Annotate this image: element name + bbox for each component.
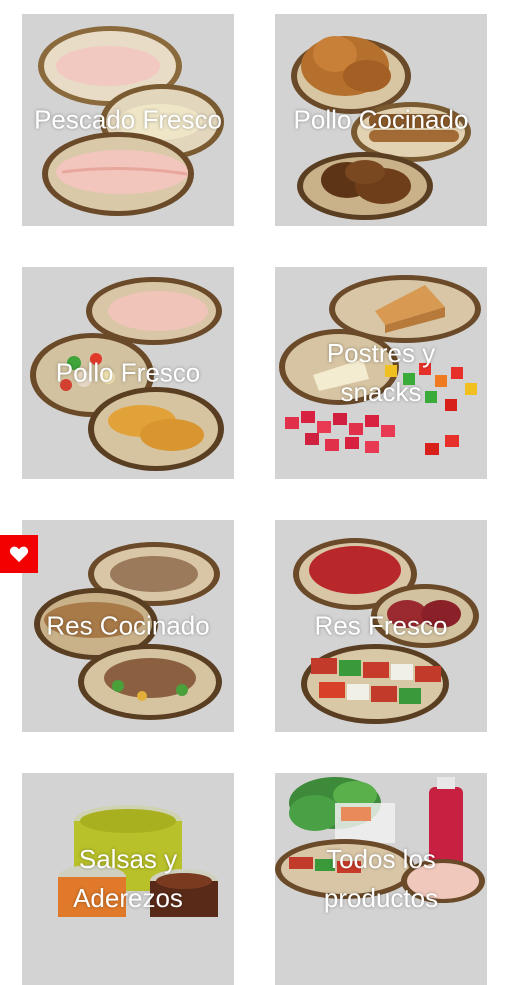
- category-tile-postres-y-snacks[interactable]: Postres y snacks: [275, 267, 487, 479]
- fish-fillets-image: [38, 26, 224, 216]
- desserts-image: [279, 275, 481, 455]
- category-tile-pescado-fresco[interactable]: Pescado Fresco: [22, 14, 234, 226]
- cooked-beef-image: [34, 542, 222, 720]
- category-grid: Pescado Fresco Pollo Cocinado Pollo Fres…: [0, 0, 507, 985]
- category-tile-pollo-fresco[interactable]: Pollo Fresco: [22, 267, 234, 479]
- raw-beef-image: [293, 538, 479, 724]
- category-tile-todos-los-productos[interactable]: Todos los productos: [275, 773, 487, 985]
- all-products-image: [275, 777, 485, 903]
- cooked-chicken-image: [291, 36, 471, 220]
- category-tile-salsas-y-aderezos[interactable]: Salsas y Aderezos: [22, 773, 234, 985]
- sauces-image: [58, 805, 218, 917]
- heart-icon: [9, 546, 29, 563]
- raw-chicken-image: [30, 277, 224, 471]
- category-tile-pollo-cocinado[interactable]: Pollo Cocinado: [275, 14, 487, 226]
- category-tile-res-fresco[interactable]: Res Fresco: [275, 520, 487, 732]
- favorites-button[interactable]: [0, 535, 38, 573]
- category-tile-res-cocinado[interactable]: Res Cocinado: [22, 520, 234, 732]
